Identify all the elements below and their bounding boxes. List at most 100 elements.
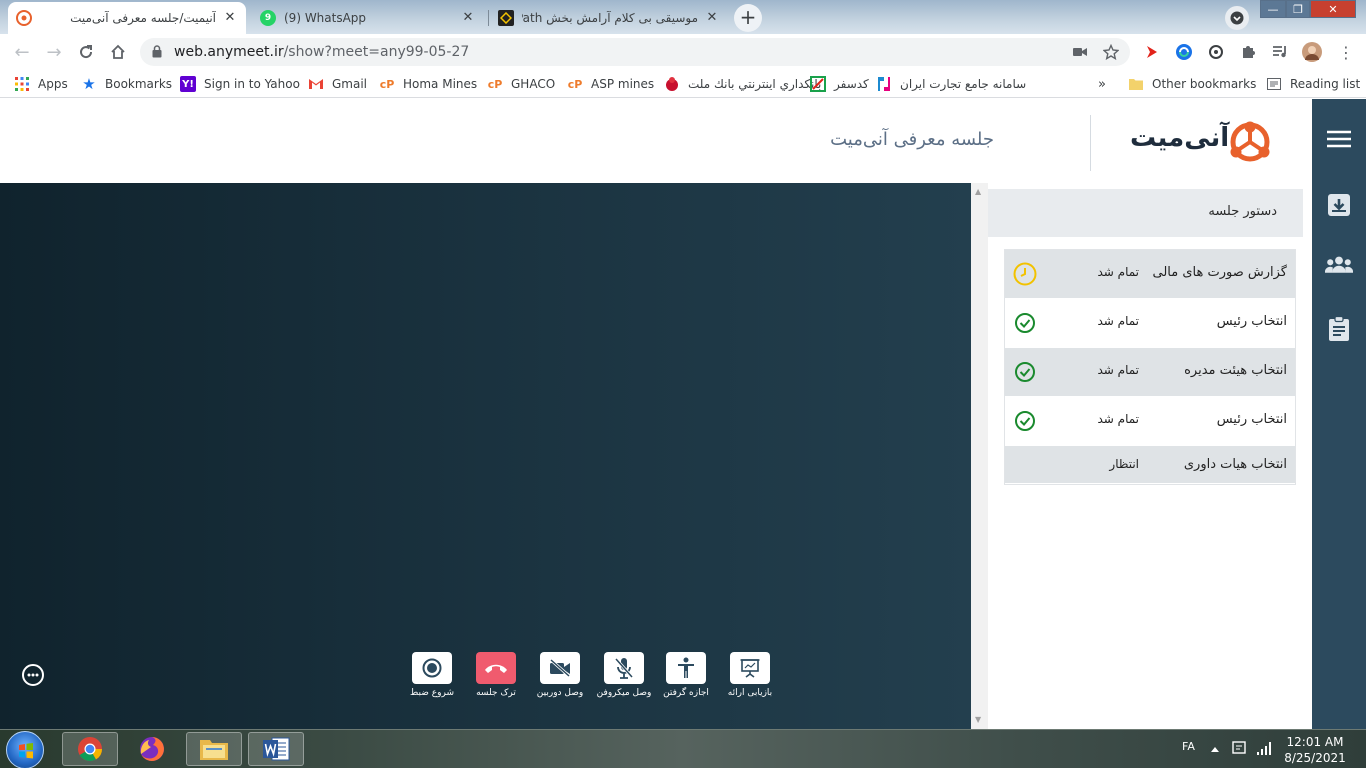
bookmark-asp-mines[interactable]: cP ASP mines	[567, 75, 654, 93]
extension-red-icon[interactable]	[1142, 42, 1162, 62]
restore-button[interactable]: ❐	[1286, 0, 1310, 18]
tab-music[interactable]: موسیقی بی کلام آرامش بخش Seven Path ✕	[490, 2, 728, 34]
agenda-item-status: انتظار	[1109, 457, 1139, 471]
url-path: /show?meet=any99-05-27	[283, 44, 470, 60]
apps-grid-icon	[14, 76, 30, 92]
gmail-icon	[308, 76, 324, 92]
bookmark-homa-mines[interactable]: cP Homa Mines	[379, 75, 477, 93]
extensions-puzzle-icon[interactable]	[1238, 42, 1258, 62]
check-circle-icon	[1015, 313, 1035, 333]
hangup-icon[interactable]	[476, 652, 516, 684]
taskbar-word[interactable]	[248, 732, 304, 766]
camera-off-icon[interactable]	[540, 652, 580, 684]
kadsafar-icon	[810, 76, 826, 92]
agenda-item[interactable]: انتخاب رئیس تمام شد	[1005, 397, 1295, 446]
agenda-item[interactable]: انتخاب رئیس تمام شد	[1005, 299, 1295, 348]
request-permission-button[interactable]: اجازه گرفتن	[661, 652, 711, 698]
reading-list-icon	[1266, 76, 1282, 92]
agenda-item[interactable]: گزارش صورت های مالی تمام شد	[1005, 250, 1295, 299]
forward-button[interactable]: →	[42, 40, 66, 64]
bookmark-label: Reading list	[1290, 77, 1361, 91]
tab-close-icon[interactable]: ✕	[222, 10, 238, 26]
connect-microphone-button[interactable]: وصل میکروفن	[597, 652, 651, 698]
language-indicator[interactable]: FA	[1182, 740, 1195, 753]
agenda-item-status: تمام شد	[1097, 265, 1139, 279]
leave-meeting-button[interactable]: ترک جلسه	[471, 652, 521, 698]
bookmark-label: Homa Mines	[403, 77, 478, 91]
taskbar-file-explorer[interactable]	[186, 732, 242, 766]
clock-date: 8/25/2021	[1284, 751, 1346, 765]
extension-shield-icon[interactable]	[1206, 42, 1226, 62]
action-center-icon[interactable]	[1232, 740, 1246, 759]
raise-hand-icon[interactable]	[666, 652, 706, 684]
agenda-clipboard-icon[interactable]	[1325, 315, 1353, 343]
show-hidden-icons-icon[interactable]	[1210, 742, 1220, 756]
address-bar[interactable]: web.anymeet.ir/show?meet=any99-05-27	[140, 38, 1130, 66]
folder-icon	[1128, 76, 1144, 92]
start-recording-button[interactable]: شروع ضبط	[407, 652, 457, 698]
tab-close-icon[interactable]: ✕	[704, 10, 720, 26]
browser-toolbar: ← → web.anymeet.ir/show?meet=any99-05-27…	[0, 34, 1366, 70]
agenda-item[interactable]: انتخاب هیئت مدیره تمام شد	[1005, 348, 1295, 397]
scroll-up-icon[interactable]: ▲	[975, 187, 981, 196]
bookmark-bookmarks[interactable]: ★ Bookmarks	[81, 75, 172, 93]
home-button[interactable]	[106, 40, 130, 64]
bookmark-star-icon[interactable]	[1103, 44, 1119, 60]
bookmark-apps[interactable]: Apps	[14, 75, 68, 93]
restore-presentation-button[interactable]: بازیابی ارائه	[725, 652, 775, 698]
agenda-item[interactable]: انتخاب هیات داوری انتظار	[1005, 446, 1295, 484]
reload-button[interactable]	[74, 40, 98, 64]
tab-separator	[488, 10, 489, 26]
bookmark-label: Gmail	[332, 77, 368, 91]
agenda-item-status: تمام شد	[1097, 314, 1139, 328]
media-control-icon[interactable]	[1270, 42, 1290, 62]
check-circle-icon	[1015, 411, 1035, 431]
record-icon[interactable]	[412, 652, 452, 684]
new-tab-button[interactable]: +	[734, 4, 762, 32]
agenda-item-name: انتخاب هیئت مدیره	[1184, 363, 1287, 378]
profile-avatar[interactable]	[1302, 42, 1322, 62]
close-window-button[interactable]: ✕	[1310, 0, 1356, 18]
agenda-panel: دستور جلسه گزارش صورت های مالی تمام شد ا…	[988, 183, 1312, 729]
minimize-button[interactable]: —	[1260, 0, 1286, 18]
taskbar-firefox[interactable]	[124, 732, 180, 766]
more-options-icon[interactable]	[22, 664, 44, 686]
start-button[interactable]	[6, 731, 44, 768]
star-icon: ★	[82, 75, 96, 93]
agenda-item-name: انتخاب رئیس	[1216, 412, 1287, 427]
tab-close-icon[interactable]: ✕	[460, 10, 476, 26]
connect-camera-button[interactable]: وصل دوربین	[535, 652, 585, 698]
tab-anymeet[interactable]: آنیمیت/جلسه معرفی آنی‌میت ✕	[8, 2, 246, 34]
back-button[interactable]: ←	[10, 40, 34, 64]
bookmark-label: Sign in to Yahoo	[204, 77, 300, 91]
mic-off-icon[interactable]	[604, 652, 644, 684]
extension-sync-icon[interactable]	[1174, 42, 1194, 62]
bookmark-ghaco[interactable]: cP GHACO	[487, 75, 555, 93]
bookmark-yahoo[interactable]: Y! Sign in to Yahoo	[180, 75, 300, 93]
system-clock[interactable]: 12:01 AM 8/25/2021	[1280, 734, 1350, 766]
hamburger-menu-icon[interactable]	[1325, 125, 1353, 153]
anymeet-page: جلسه معرفی آنی‌میت آنی‌میت	[0, 99, 1366, 729]
tab-search-button[interactable]	[1225, 6, 1249, 30]
firefox-icon	[140, 737, 164, 761]
check-circle-icon	[1015, 362, 1035, 382]
chrome-menu-icon[interactable]: ⋮	[1336, 42, 1356, 62]
archive-icon[interactable]	[1325, 191, 1353, 219]
presentation-icon[interactable]	[730, 652, 770, 684]
bookmark-other[interactable]: Other bookmarks	[1128, 75, 1256, 93]
video-scrollbar[interactable]: ▲ ▼	[971, 183, 988, 729]
tab-whatsapp[interactable]: 9 (9) WhatsApp ✕	[252, 2, 484, 34]
bookmark-gmail[interactable]: Gmail	[308, 75, 367, 93]
bookmark-kadsafar[interactable]: کدسفر	[810, 75, 869, 93]
network-signal-icon[interactable]	[1256, 740, 1272, 759]
windows-logo-icon	[19, 743, 33, 759]
bookmarks-overflow-button[interactable]: »	[1098, 75, 1106, 93]
camera-in-use-icon[interactable]	[1072, 44, 1088, 60]
scroll-down-icon[interactable]: ▼	[975, 715, 981, 724]
bookmark-label: ASP mines	[591, 77, 655, 91]
reading-list-button[interactable]: Reading list	[1266, 75, 1360, 93]
taskbar-chrome[interactable]	[62, 732, 118, 766]
participants-icon[interactable]	[1325, 250, 1353, 278]
bookmark-ntsw[interactable]: سامانه جامع تجارت ایران	[876, 75, 1026, 93]
bookmark-mellat-bank[interactable]: بانكداري اينترنتي بانك ملت	[664, 75, 821, 93]
